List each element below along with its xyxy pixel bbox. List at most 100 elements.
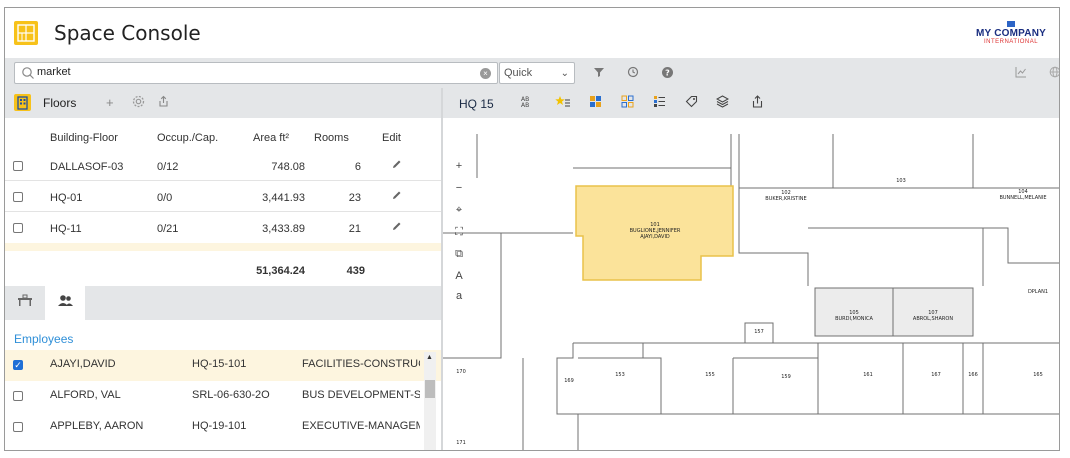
floor-occupancy: 0/21 — [157, 223, 179, 235]
color-grid-icon[interactable] — [589, 95, 602, 111]
favorites-icon[interactable] — [555, 95, 570, 111]
employees-list: ✓ AJAYI,DAVID HQ-15-101 FACILITIES-CONST… — [5, 350, 441, 443]
room-165-number: 165 — [1033, 372, 1043, 378]
room-166-number: 166 — [968, 372, 978, 378]
room-104-occupant: BUNNELL,MELANIE — [999, 195, 1046, 201]
fit-extent-icon[interactable]: ⛶ — [451, 226, 467, 239]
clear-search-icon[interactable]: × — [480, 68, 491, 79]
room-102-occupant: BUKER,KRISTINE — [765, 196, 806, 202]
floor-name: HQ-01 — [50, 192, 83, 204]
employee-room: HQ-15-101 — [192, 358, 247, 370]
search-mode-value: Quick — [504, 67, 533, 79]
floors-totals-row: 51,364.24 439 — [5, 251, 441, 288]
search-input[interactable] — [37, 66, 467, 78]
layers-icon[interactable] — [715, 95, 730, 111]
table-row[interactable]: DALLASOF-03 0/12 748.08 6 — [5, 150, 441, 181]
text-size-up-icon[interactable]: A — [451, 270, 467, 282]
list-item[interactable]: ALFORD, VAL SRL-06-630-2O BUS DEVELOPMEN… — [5, 381, 441, 412]
scroll-up-icon[interactable]: ▲ — [426, 354, 433, 361]
tag-icon[interactable] — [685, 95, 698, 111]
chart-icon[interactable] — [1014, 66, 1028, 80]
company-logo-icon — [1007, 21, 1015, 27]
zoom-out-icon[interactable]: − — [451, 182, 467, 194]
outline-grid-icon[interactable] — [621, 95, 634, 111]
row-checkbox[interactable] — [13, 161, 23, 171]
room-161-number: 161 — [863, 372, 873, 378]
app-window: Space Console MY COMPANY INTERNATIONAL ×… — [4, 7, 1060, 451]
edit-pencil-icon[interactable] — [391, 190, 402, 204]
col-building-floor[interactable]: Building-Floor — [50, 132, 118, 144]
scrollbar-thumb[interactable] — [425, 380, 435, 398]
room-157-number: 157 — [754, 329, 764, 335]
table-row[interactable]: HQ-11 0/21 3,433.89 21 — [5, 212, 441, 243]
bottom-tabbar — [5, 286, 441, 320]
filter-icon[interactable] — [592, 66, 606, 80]
col-rooms[interactable]: Rooms — [314, 132, 349, 144]
share-export-icon[interactable] — [751, 95, 764, 111]
text-labels-icon[interactable]: AB AB — [521, 95, 535, 111]
tab-desks[interactable] — [5, 286, 45, 320]
room-167-number: 167 — [931, 372, 941, 378]
list-item[interactable]: APPLEBY, AARON HQ-19-101 EXECUTIVE-MANAG… — [5, 412, 441, 443]
col-edit: Edit — [382, 132, 401, 144]
floors-toolbar: Floors + — [5, 88, 441, 118]
room-171-number: 171 — [456, 440, 466, 446]
company-name: MY COMPANY — [976, 28, 1046, 39]
zoom-in-icon[interactable]: + — [451, 160, 467, 172]
gear-icon[interactable] — [132, 95, 145, 111]
employee-dept: BUS DEVELOPMENT-SALES — [302, 389, 420, 401]
col-area[interactable]: Area ft² — [253, 132, 289, 144]
col-occupancy[interactable]: Occup./Cap. — [157, 132, 218, 144]
floors-table-header: Building-Floor Occup./Cap. Area ft² Room… — [5, 118, 441, 150]
room-170-number: 170 — [456, 369, 466, 375]
text-size-down-icon[interactable]: a — [451, 290, 467, 302]
legend-list-icon[interactable] — [653, 95, 666, 111]
company-tagline: INTERNATIONAL — [983, 39, 1039, 45]
floors-title: Floors — [43, 96, 77, 110]
row-checkbox[interactable] — [13, 192, 23, 202]
svg-text:?: ? — [665, 69, 670, 78]
employee-dept: FACILITIES-CONSTRUCTION — [302, 358, 420, 370]
search-mode-select[interactable]: Quick ⌄ — [499, 62, 575, 84]
room-105-occupant: BURDI,MONICA — [835, 316, 873, 322]
employees-title: Employees — [14, 332, 74, 346]
edit-pencil-icon[interactable] — [391, 159, 402, 173]
floor-name: HQ-11 — [50, 223, 82, 235]
edit-pencil-icon[interactable] — [391, 221, 402, 235]
help-icon[interactable]: ? — [660, 66, 674, 80]
locate-icon[interactable]: ⌖ — [451, 204, 467, 217]
floor-area: 748.08 — [271, 161, 305, 173]
history-icon[interactable] — [626, 66, 640, 80]
total-area: 51,364.24 — [256, 265, 305, 277]
room-101-occupant-2: AJAYI,DAVID — [640, 234, 670, 240]
floor-rooms: 21 — [348, 223, 361, 235]
copy-icon[interactable]: ⧉ — [451, 248, 467, 261]
desk-icon — [17, 294, 33, 311]
list-item[interactable]: ✓ AJAYI,DAVID HQ-15-101 FACILITIES-CONST… — [5, 350, 441, 381]
row-checkbox[interactable] — [13, 223, 23, 233]
row-checkbox[interactable] — [13, 391, 23, 401]
employees-scrollbar[interactable]: ▲ — [424, 352, 436, 450]
globe-icon[interactable] — [1048, 66, 1059, 80]
room-169-number: 169 — [564, 378, 574, 384]
table-row[interactable]: HQ-01 0/0 3,441.93 23 — [5, 181, 441, 212]
employee-name: AJAYI,DAVID — [50, 358, 116, 370]
row-checkbox[interactable] — [13, 422, 23, 432]
employee-name: ALFORD, VAL — [50, 389, 121, 401]
floor-occupancy: 0/12 — [157, 161, 179, 173]
tab-employees[interactable] — [45, 286, 85, 320]
selected-row-highlight — [5, 243, 441, 251]
room-155-number: 155 — [705, 372, 715, 378]
add-icon[interactable]: + — [106, 95, 114, 110]
floor-rooms: 6 — [354, 161, 361, 173]
employee-room: HQ-19-101 — [192, 420, 247, 432]
map-floor-title: HQ 15 — [459, 97, 494, 111]
search-icon — [22, 67, 34, 79]
floor-plan-map[interactable]: 101 BUGLIONE,JENNIFER AJAYI,DAVID 102 BU… — [443, 118, 1059, 450]
row-checkbox[interactable]: ✓ — [13, 360, 23, 370]
employee-dept: EXECUTIVE-MANAGEMENT — [302, 420, 420, 432]
room-dplan-label: DPLAN1 — [1028, 289, 1048, 295]
search-box: × — [14, 62, 498, 84]
export-icon[interactable] — [157, 95, 170, 111]
room-103-number: 103 — [896, 178, 906, 184]
